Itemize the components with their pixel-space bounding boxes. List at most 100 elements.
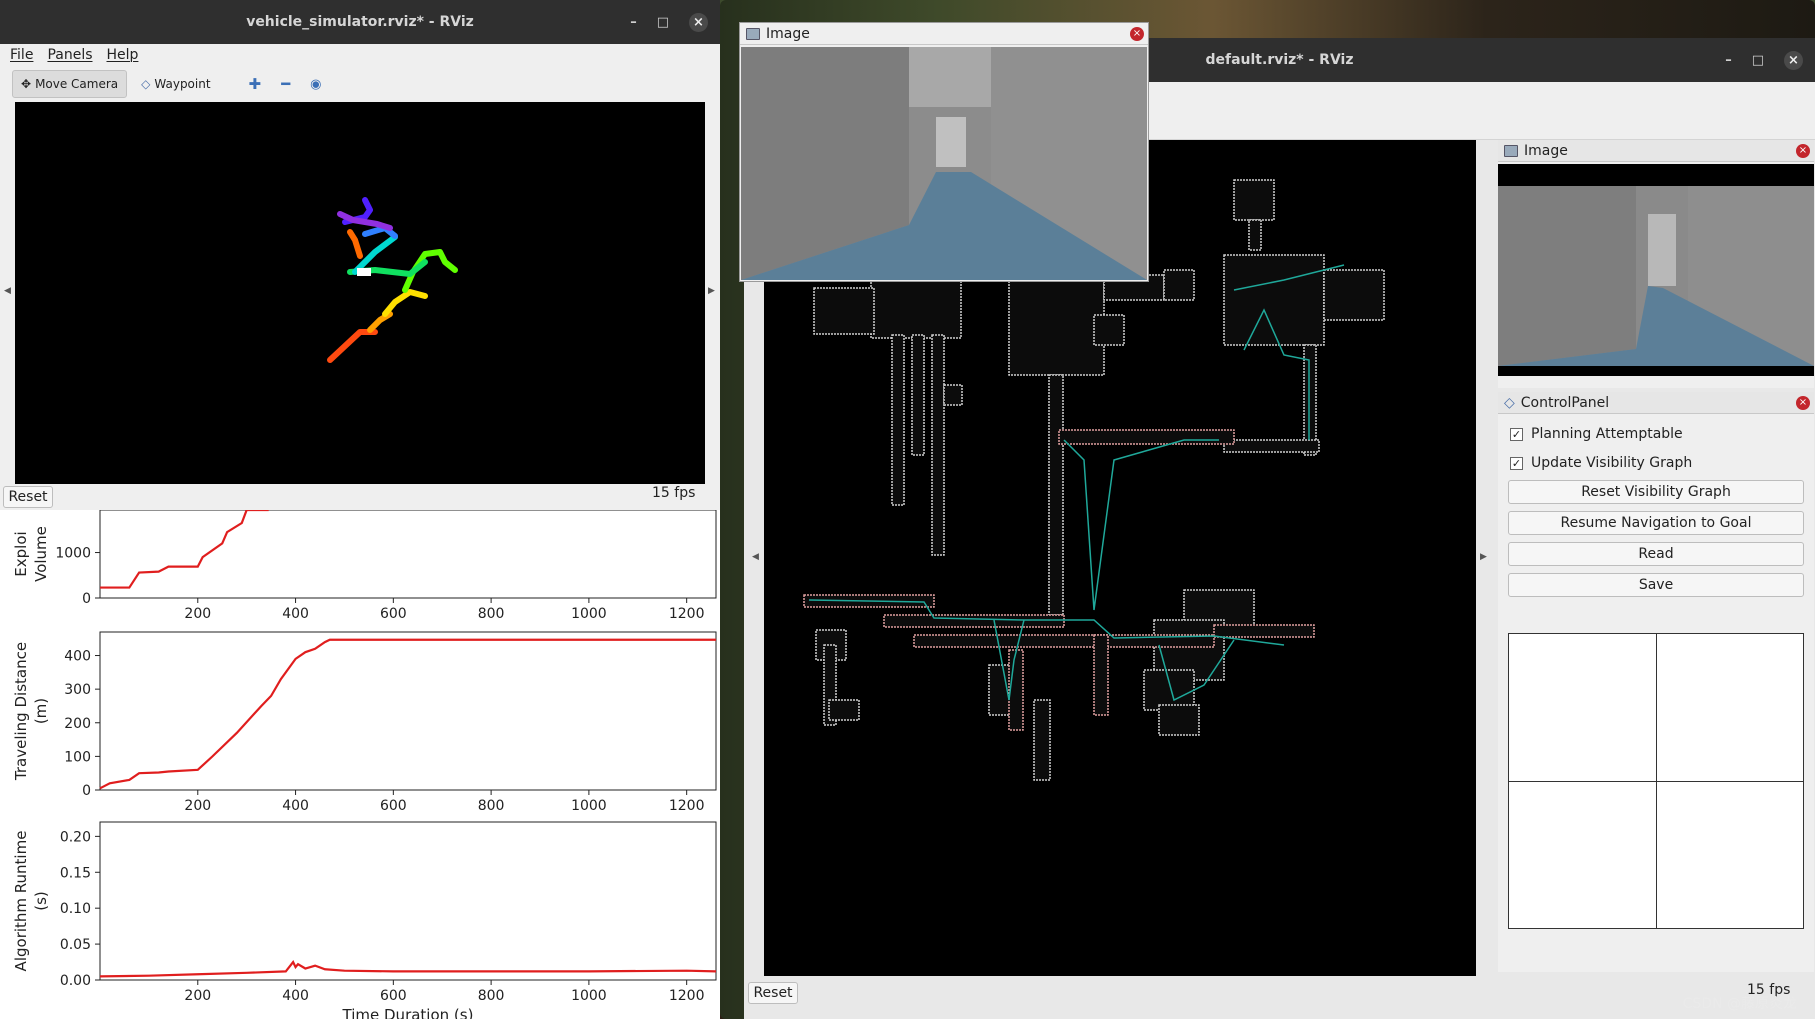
x-tick-label: 400 xyxy=(282,606,309,622)
reset-button[interactable]: Reset xyxy=(748,982,798,1004)
x-tick-label: 600 xyxy=(380,798,407,814)
close-panel-icon[interactable]: × xyxy=(1796,396,1810,410)
menubar: File Panels Help xyxy=(0,44,720,66)
fps-label: 15 fps xyxy=(652,485,696,501)
y-tick-label: 400 xyxy=(64,649,91,665)
remove-tool-icon[interactable]: ━ xyxy=(281,75,290,93)
x-tick-label: 800 xyxy=(478,988,505,1004)
image-dock-title-label: Image xyxy=(1524,142,1568,159)
control-panel-title-label: ControlPanel xyxy=(1520,394,1610,411)
x-tick-label: 400 xyxy=(282,798,309,814)
move-camera-tool[interactable]: ✥ Move Camera xyxy=(12,70,128,98)
y-axis-label: Traveling Distance xyxy=(12,642,30,781)
waypoint-icon: ◇ xyxy=(141,77,151,91)
minimize-icon[interactable]: – xyxy=(630,15,637,30)
plot-frame xyxy=(99,631,717,791)
update-visibility-graph-label: Update Visibility Graph xyxy=(1531,455,1693,471)
minimize-icon[interactable]: – xyxy=(1725,53,1732,68)
right-viewport-arrow-right[interactable]: ▶ xyxy=(1480,552,1487,562)
y-axis-label: Volume xyxy=(32,526,50,582)
maximize-icon[interactable]: □ xyxy=(657,15,669,30)
map-room xyxy=(931,334,945,556)
x-tick-label: 200 xyxy=(184,606,211,622)
y-axis-label: (s) xyxy=(32,891,50,911)
map-room xyxy=(1143,669,1195,711)
camera-image xyxy=(741,47,1147,280)
control-panel: ◇ ControlPanel × ✓ Planning Attemptable ✓ U… xyxy=(1498,392,1814,972)
view-eye-icon[interactable]: ◉ xyxy=(310,77,321,92)
waypoint-label: Waypoint xyxy=(154,77,211,91)
image-panel-icon xyxy=(746,27,760,40)
control-panel-title: ◇ ControlPanel xyxy=(1498,392,1814,414)
right-viewport-arrow-left[interactable]: ◀ xyxy=(752,552,759,562)
x-axis-label: Time Duration (s) xyxy=(342,1006,474,1019)
waypoint-tool[interactable]: ◇ Waypoint xyxy=(133,70,218,98)
left-viewport-arrow-right[interactable]: ▶ xyxy=(708,286,715,296)
toolbar: ✥ Move Camera ◇ Waypoint ✚ ━ ◉ xyxy=(0,66,720,102)
save-button[interactable]: Save xyxy=(1508,573,1804,597)
y-axis-label: (m) xyxy=(32,698,50,724)
menu-help[interactable]: Help xyxy=(107,47,139,63)
metrics-plot-canvas: 200 400 600 800 1000 120001000Exploi Volume200… xyxy=(12,508,717,1019)
x-tick-label: 400 xyxy=(282,988,309,1004)
resume-navigation-button[interactable]: Resume Navigation to Goal xyxy=(1508,511,1804,535)
map-corridor xyxy=(1093,634,1109,716)
left-viewport-arrow-left[interactable]: ◀ xyxy=(4,286,11,296)
camera-image xyxy=(1498,164,1814,376)
y-tick-label: 200 xyxy=(64,716,91,732)
move-camera-icon: ✥ xyxy=(21,77,32,91)
x-tick-label: 800 xyxy=(478,606,505,622)
x-tick-label: 1000 xyxy=(571,988,607,1004)
update-visibility-graph-checkbox[interactable]: ✓ Update Visibility Graph xyxy=(1510,455,1692,471)
map-corridor xyxy=(1213,624,1315,638)
y-tick-label: 100 xyxy=(64,749,91,765)
map-room xyxy=(1248,219,1262,251)
map-room xyxy=(1093,314,1125,346)
y-tick-label: 0.15 xyxy=(60,865,91,881)
y-tick-label: 0.00 xyxy=(60,973,91,989)
x-tick-label: 1200 xyxy=(669,798,705,814)
x-tick-label: 1200 xyxy=(669,606,705,622)
close-panel-icon[interactable]: × xyxy=(1796,144,1810,158)
planning-attemptable-checkbox[interactable]: ✓ Planning Attemptable xyxy=(1510,426,1683,442)
read-button[interactable]: Read xyxy=(1508,542,1804,566)
y-tick-label: 0.20 xyxy=(60,829,91,845)
close-icon[interactable]: × xyxy=(1784,50,1803,70)
plot-frame xyxy=(99,509,717,599)
control-panel-icon: ◇ xyxy=(1504,394,1515,411)
watermark: CSDN @藤原炎龙 xyxy=(1682,996,1797,1012)
teleop-joystick-pad[interactable] xyxy=(1508,633,1804,929)
move-camera-label: Move Camera xyxy=(35,77,119,91)
x-tick-label: 200 xyxy=(184,988,211,1004)
map-room xyxy=(943,384,963,406)
metrics-plots: 200 400 600 800 1000 1200 0 1000 Exploi Volume 200… xyxy=(0,508,720,1019)
close-panel-icon[interactable]: × xyxy=(1130,27,1144,41)
image-dock-title: Image xyxy=(1498,140,1814,162)
y-tick-label: 0.10 xyxy=(60,901,91,917)
x-tick-label: 600 xyxy=(380,606,407,622)
image-floating-window[interactable]: Image × xyxy=(739,22,1149,282)
x-tick-label: 1200 xyxy=(669,988,705,1004)
add-tool-icon[interactable]: ✚ xyxy=(249,75,262,93)
window-title: vehicle_simulator.rviz* - RViz xyxy=(246,14,474,30)
window-titlebar[interactable]: vehicle_simulator.rviz* - RViz – □ × xyxy=(0,0,720,44)
map-room xyxy=(1233,179,1275,221)
x-tick-label: 800 xyxy=(478,798,505,814)
map-room xyxy=(1223,439,1320,453)
y-axis-label: Exploi xyxy=(12,531,30,576)
y-axis-label: Algorithm Runtime xyxy=(12,831,30,972)
y-tick-label: 0 xyxy=(82,783,91,799)
close-icon[interactable]: × xyxy=(689,12,708,32)
checkbox-box: ✓ xyxy=(1510,427,1523,441)
reset-visibility-graph-button[interactable]: Reset Visibility Graph xyxy=(1508,480,1804,504)
reset-button[interactable]: Reset xyxy=(3,486,53,508)
left-3d-viewport[interactable] xyxy=(15,102,705,484)
menu-file[interactable]: File xyxy=(10,47,33,63)
checkbox-box: ✓ xyxy=(1510,456,1523,470)
maximize-icon[interactable]: □ xyxy=(1752,53,1764,68)
map-room xyxy=(1158,704,1200,736)
map-room xyxy=(1303,344,1317,456)
menu-panels[interactable]: Panels xyxy=(47,47,92,63)
rviz-window-vehicle-simulator: vehicle_simulator.rviz* - RViz – □ × File … xyxy=(0,0,720,1019)
image-panel-icon xyxy=(1504,144,1518,157)
